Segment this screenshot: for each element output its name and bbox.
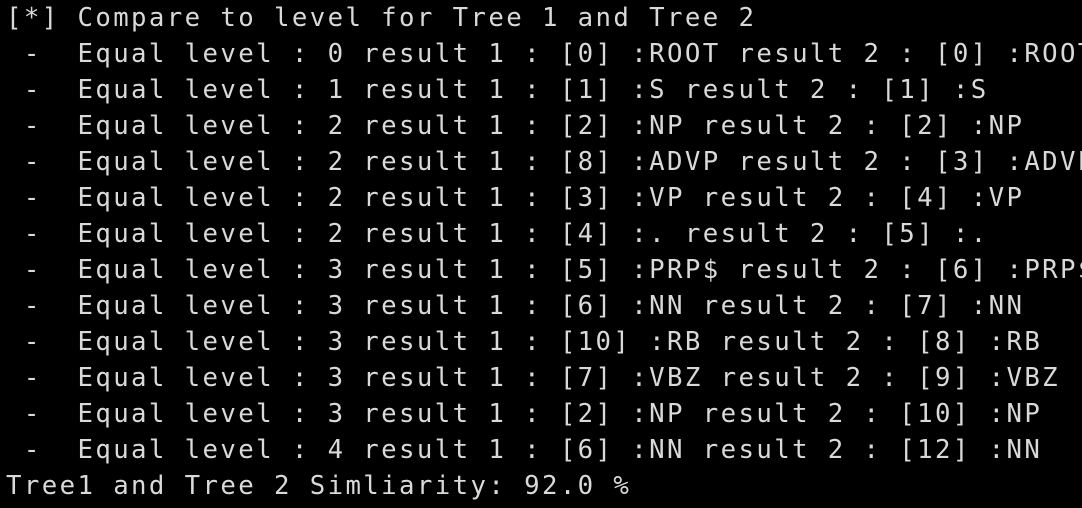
compare-header-line: [*] Compare to level for Tree 1 and Tree… — [6, 3, 757, 33]
result-line-level-3-prp: - Equal level : 3 result 1 : [5] :PRP$ r… — [6, 255, 1082, 285]
result-line-level-0: - Equal level : 0 result 1 : [0] :ROOT r… — [6, 39, 1082, 69]
result-line-level-2-np: - Equal level : 2 result 1 : [2] :NP res… — [6, 111, 1025, 141]
result-line-level-1: - Equal level : 1 result 1 : [1] :S resu… — [6, 75, 989, 105]
result-line-level-3-np: - Equal level : 3 result 1 : [2] :NP res… — [6, 399, 1043, 429]
result-line-level-3-rb: - Equal level : 3 result 1 : [10] :RB re… — [6, 327, 1043, 357]
result-line-level-2-vp: - Equal level : 2 result 1 : [3] :VP res… — [6, 183, 1025, 213]
similarity-summary-line: Tree1 and Tree 2 Simliarity: 92.0 % — [6, 471, 632, 501]
terminal-output[interactable]: [*] Compare to level for Tree 1 and Tree… — [0, 0, 1082, 508]
result-line-level-4-nn: - Equal level : 4 result 1 : [6] :NN res… — [6, 435, 1043, 465]
result-line-level-3-nn: - Equal level : 3 result 1 : [6] :NN res… — [6, 291, 1025, 321]
result-line-level-2-period: - Equal level : 2 result 1 : [4] :. resu… — [6, 219, 989, 249]
result-line-level-3-vbz: - Equal level : 3 result 1 : [7] :VBZ re… — [6, 363, 1061, 393]
result-line-level-2-advp: - Equal level : 2 result 1 : [8] :ADVP r… — [6, 147, 1082, 177]
